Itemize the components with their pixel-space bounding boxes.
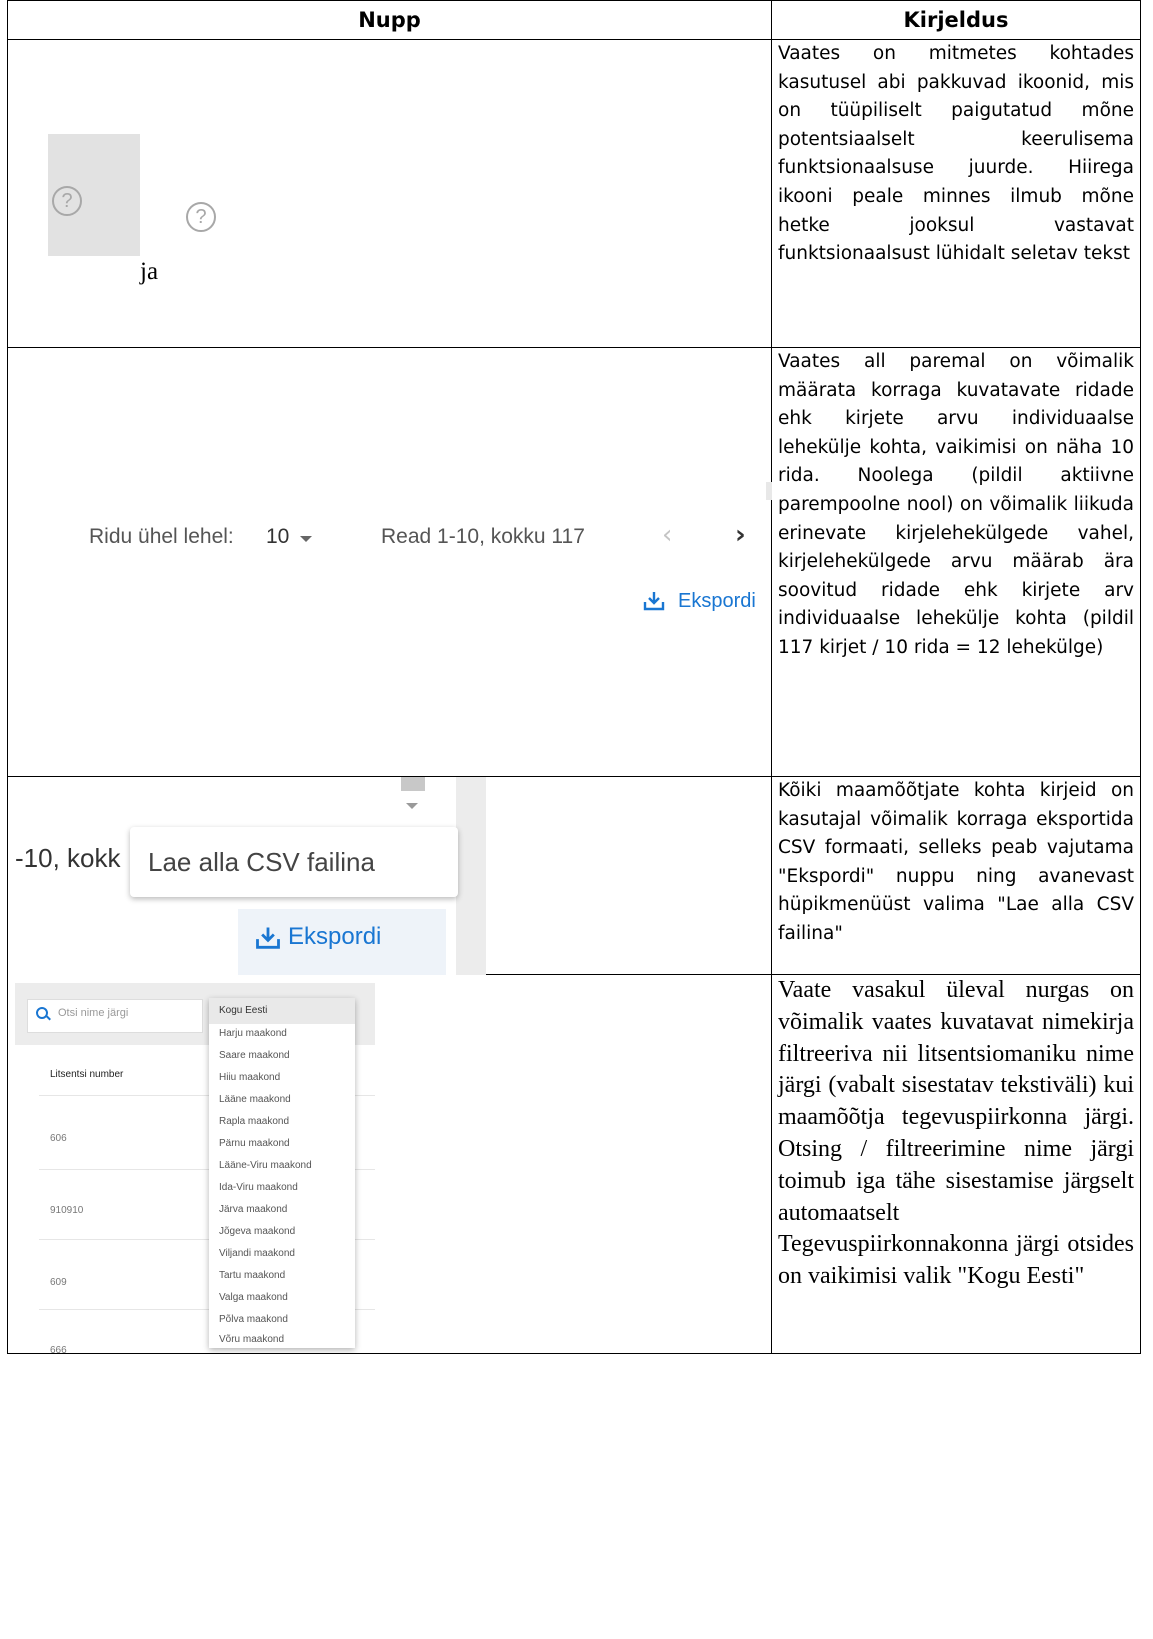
row3-image-cell: -10, kokk Ekspordi Lae alla CSV failina [7,776,772,975]
conjunction-text: ja [140,258,159,285]
header-description: Kirjeldus [771,0,1141,40]
page-range-text: Read 1-10, kokku 117 [381,525,585,548]
dropdown-option[interactable]: Rapla maakond [219,1116,289,1127]
download-icon [256,927,280,949]
export-button[interactable]: Ekspordi [238,909,446,975]
scrollbar [766,482,772,500]
region-dropdown[interactable]: Kogu Eesti Harju maakond Saare maakond H… [209,998,355,1348]
header-button: Nupp [7,0,772,40]
description-text: Vaates on mitmetes kohtades kasutusel ab… [778,43,1134,265]
description-text: Kõiki maamõõtjate kohta kirjeid on kasut… [778,780,1134,944]
row1-image-cell: ? ? ja [7,39,772,348]
dropdown-option[interactable]: Võru maakond [219,1334,284,1345]
row2-image-cell: Ridu ühel lehel: 10 Read 1-10, kokku 117… [7,347,772,777]
chevron-down-icon[interactable] [406,803,418,809]
dropdown-option[interactable]: Lääne-Viru maakond [219,1160,312,1171]
chevron-down-icon[interactable] [300,536,312,542]
scrollbar-thumb[interactable] [401,777,425,791]
table-row[interactable]: 606 [50,1133,67,1144]
dropdown-option[interactable]: Harju maakond [219,1028,287,1039]
previous-page-icon[interactable]: ‹ [662,520,672,550]
table-row[interactable]: 666 [50,1345,67,1353]
export-screenshot: -10, kokk Ekspordi Lae alla CSV failina [8,777,486,975]
help-icon[interactable]: ? [52,186,82,216]
row1-description: Vaates on mitmetes kohtades kasutusel ab… [771,39,1141,348]
dropdown-option[interactable]: Valga maakond [219,1292,288,1303]
dropdown-option[interactable]: Järva maakond [219,1204,287,1215]
row2-description: Vaates all paremal on võimalik määrata k… [771,347,1141,777]
row4-image-cell: Otsi nime järgi Litsentsi number 606 910… [7,974,772,1354]
dropdown-option[interactable]: Kogu Eesti [219,1005,267,1016]
partial-range-text: -10, kokk [15,843,121,873]
dropdown-option[interactable]: Pärnu maakond [219,1138,290,1149]
instructions-table: Nupp Kirjeldus ? ? ja Vaates on mitmetes… [7,0,1141,1354]
dropdown-option[interactable]: Lääne maakond [219,1094,291,1105]
dropdown-option[interactable]: Tartu maakond [219,1270,285,1281]
description-text: Vaates all paremal on võimalik määrata k… [778,351,1134,658]
download-csv-menu-item[interactable]: Lae alla CSV failina [148,847,375,878]
next-page-icon[interactable]: › [735,520,746,550]
dropdown-option[interactable]: Jõgeva maakond [219,1226,295,1237]
row4-description: Vaate vasakul üleval nurgas on võimalik … [771,974,1141,1354]
license-number-header: Litsentsi number [50,1069,124,1080]
dropdown-option[interactable]: Ida-Viru maakond [219,1182,298,1193]
rows-per-page-select[interactable]: 10 [266,525,289,549]
row3-description: Kõiki maamõõtjate kohta kirjeid on kasut… [771,776,1141,975]
export-button[interactable]: Ekspordi [678,590,756,613]
search-input[interactable]: Otsi nime järgi [27,999,203,1033]
search-placeholder: Otsi nime järgi [58,1007,129,1019]
dropdown-option[interactable]: Hiiu maakond [219,1072,280,1083]
filter-screenshot: Otsi nime järgi Litsentsi number 606 910… [15,983,375,1353]
dropdown-option[interactable]: Saare maakond [219,1050,290,1061]
table-row[interactable]: 609 [50,1277,67,1288]
dropdown-option[interactable]: Viljandi maakond [219,1248,295,1259]
table-row[interactable]: 910910 [50,1205,83,1216]
export-label: Ekspordi [288,923,382,950]
description-text: Vaate vasakul üleval nurgas on võimalik … [778,977,1134,1290]
export-popup-menu: Lae alla CSV failina [130,827,458,897]
rows-per-page-label: Ridu ühel lehel: [89,525,234,548]
side-panel [456,777,486,975]
dropdown-option[interactable]: Põlva maakond [219,1314,288,1325]
help-icon[interactable]: ? [186,202,216,232]
download-icon[interactable] [642,590,666,612]
